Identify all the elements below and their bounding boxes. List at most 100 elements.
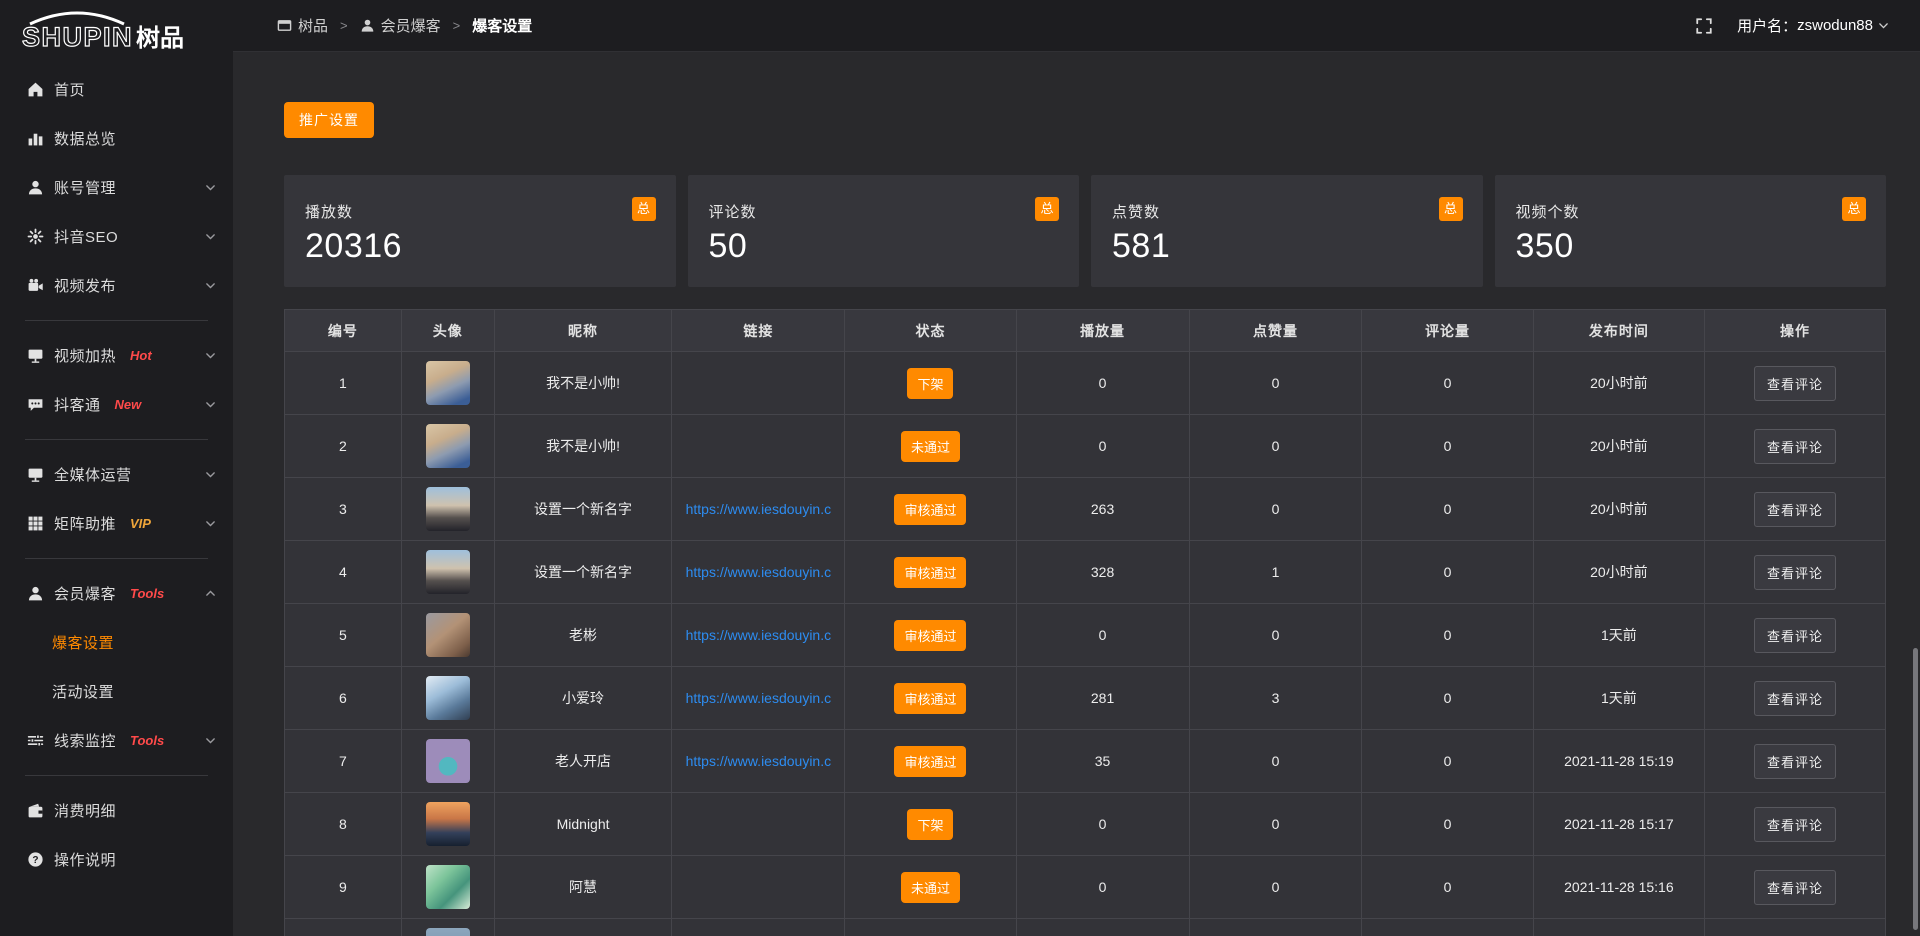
row-id-cell [285, 919, 402, 936]
status-badge[interactable]: 未通过 [901, 872, 960, 903]
view-comments-button[interactable]: 查看评论 [1754, 429, 1836, 464]
nickname-cell: 设置一个新名字 [494, 541, 672, 604]
status-cell: 未通过 [845, 856, 1016, 919]
likes-cell: 3 [1189, 667, 1362, 730]
avatar-cell [401, 730, 494, 793]
likes-cell: 0 [1189, 730, 1362, 793]
action-cell: 查看评论 [1705, 856, 1886, 919]
sidebar-item-badge: Tools [130, 733, 164, 748]
view-comments-button[interactable]: 查看评论 [1754, 681, 1836, 716]
video-link[interactable]: https://www.iesdouyin.c [686, 690, 832, 706]
publish-time-cell: 20小时前 [1533, 415, 1704, 478]
view-comments-button[interactable]: 查看评论 [1754, 618, 1836, 653]
total-badge: 总 [1439, 197, 1463, 221]
status-cell: 下架 [845, 793, 1016, 856]
chevron-down-icon [204, 279, 217, 292]
view-comments-button[interactable]: 查看评论 [1754, 870, 1836, 905]
sidebar-item-label: 视频发布 [54, 275, 116, 296]
view-comments-button[interactable]: 查看评论 [1754, 807, 1836, 842]
sidebar-item-label: 会员爆客 [54, 583, 116, 604]
sidebar-item-badge: VIP [130, 516, 151, 531]
status-badge[interactable]: 审核通过 [894, 746, 966, 777]
stat-card-label: 视频个数 [1516, 201, 1867, 222]
link-cell: https://www.iesdouyin.c [672, 667, 845, 730]
nickname-cell: 小爱玲 [494, 667, 672, 730]
avatar-cell [401, 352, 494, 415]
status-badge[interactable]: 下架 [907, 368, 953, 399]
stat-card-value: 20316 [305, 227, 656, 266]
sidebar-item-video-publish[interactable]: 视频发布 [0, 261, 233, 310]
sidebar: SHUPIN 树品 首页数据总览账号管理抖音SEO 视频发布视频加热Hot抖客通N… [0, 0, 233, 936]
sidebar-item-matrix-boost[interactable]: 矩阵助推 VIP [0, 499, 233, 548]
chevron-down-icon [204, 181, 217, 194]
view-comments-button[interactable]: 查看评论 [1754, 555, 1836, 590]
view-comments-button[interactable]: 查看评论 [1754, 366, 1836, 401]
sidebar-item-clue-monitor[interactable]: 线索监控Tools [0, 716, 233, 765]
content: 推广设置 播放数20316总评论数50总点赞数581总视频个数350总 编号头像… [233, 52, 1920, 936]
stat-card-videos: 视频个数350总 [1495, 175, 1887, 287]
table-row: 2我不是小帅!未通过00020小时前查看评论 [285, 415, 1886, 478]
comments-cell: 0 [1362, 604, 1533, 667]
grid-icon [27, 515, 44, 532]
link-cell: https://www.iesdouyin.c [672, 541, 845, 604]
fullscreen-icon[interactable] [1695, 17, 1713, 35]
likes-cell: 0 [1189, 352, 1362, 415]
sidebar-item-account-manage[interactable]: 账号管理 [0, 163, 233, 212]
app-window: SHUPIN 树品 首页数据总览账号管理抖音SEO 视频发布视频加热Hot抖客通N… [0, 0, 1920, 936]
sidebar-item-douyin-seo[interactable]: 抖音SEO [0, 212, 233, 261]
status-badge[interactable]: 审核通过 [894, 620, 966, 651]
user-icon [360, 18, 375, 33]
status-cell: 未通过 [845, 415, 1016, 478]
stat-card-likes: 点赞数581总 [1091, 175, 1483, 287]
username-prefix: 用户名： [1737, 15, 1797, 36]
sidebar-item-baoke-settings[interactable]: 爆客设置 [0, 618, 233, 667]
page-scrollbar[interactable] [1913, 648, 1918, 930]
sidebar-item-activity-settings[interactable]: 活动设置 [0, 667, 233, 716]
sidebar-item-data-overview[interactable]: 数据总览 [0, 114, 233, 163]
status-badge[interactable]: 未通过 [901, 431, 960, 462]
table-wrap: 编号头像昵称链接状态播放量点赞量评论量发布时间操作 1我不是小帅!下架00020… [284, 309, 1886, 936]
view-comments-button[interactable]: 查看评论 [1754, 744, 1836, 779]
likes-cell: 0 [1189, 856, 1362, 919]
link-cell [672, 793, 845, 856]
table-header-row: 编号头像昵称链接状态播放量点赞量评论量发布时间操作 [285, 310, 1886, 352]
video-link[interactable]: https://www.iesdouyin.c [686, 501, 832, 517]
nickname-cell: 我不是小帅! [494, 352, 672, 415]
sidebar-item-video-heat[interactable]: 视频加热Hot [0, 331, 233, 380]
video-link[interactable]: https://www.iesdouyin.c [686, 627, 832, 643]
status-badge[interactable]: 审核通过 [894, 494, 966, 525]
stat-card-plays: 播放数20316总 [284, 175, 676, 287]
video-link[interactable]: https://www.iesdouyin.c [686, 564, 832, 580]
link-cell [672, 856, 845, 919]
status-badge[interactable]: 审核通过 [894, 557, 966, 588]
nickname-cell: Midnight [494, 793, 672, 856]
stat-card-label: 播放数 [305, 201, 656, 222]
promotion-settings-button[interactable]: 推广设置 [284, 102, 374, 138]
status-badge[interactable]: 审核通过 [894, 683, 966, 714]
sidebar-item-consume-detail[interactable]: 消费明细 [0, 786, 233, 835]
user-menu[interactable]: 用户名： zswodun88 [1737, 15, 1890, 36]
sidebar-item-label: 矩阵助推 [54, 513, 116, 534]
breadcrumb-item-member-baoke[interactable]: 会员爆客 [360, 15, 441, 36]
topbar: 树品>会员爆客>爆客设置 用户名： zswodun88 [233, 0, 1920, 52]
sidebar-item-label: 活动设置 [52, 681, 114, 702]
svg-text:?: ? [32, 855, 38, 866]
breadcrumb-item-shupin[interactable]: 树品 [277, 15, 328, 36]
publish-time-cell: 2021-11-28 15:19 [1533, 730, 1704, 793]
sidebar-item-operation-guide[interactable]: ?操作说明 [0, 835, 233, 884]
topbar-right: 用户名： zswodun88 [1695, 15, 1890, 36]
likes-cell: 1 [1189, 541, 1362, 604]
sidebar-item-home[interactable]: 首页 [0, 65, 233, 114]
question-icon: ? [27, 851, 44, 868]
sidebar-item-douketong[interactable]: 抖客通New [0, 380, 233, 429]
status-cell: 审核通过 [845, 604, 1016, 667]
sidebar-item-member-baoke[interactable]: 会员爆客Tools [0, 569, 233, 618]
brand-logo[interactable]: SHUPIN 树品 [0, 0, 233, 64]
video-link[interactable]: https://www.iesdouyin.c [686, 753, 832, 769]
view-comments-button[interactable]: 查看评论 [1754, 492, 1836, 527]
status-badge[interactable]: 下架 [907, 809, 953, 840]
column-header: 链接 [672, 310, 845, 352]
table-row: 1我不是小帅!下架00020小时前查看评论 [285, 352, 1886, 415]
sidebar-item-all-media[interactable]: 全媒体运营 [0, 450, 233, 499]
column-header: 发布时间 [1533, 310, 1704, 352]
